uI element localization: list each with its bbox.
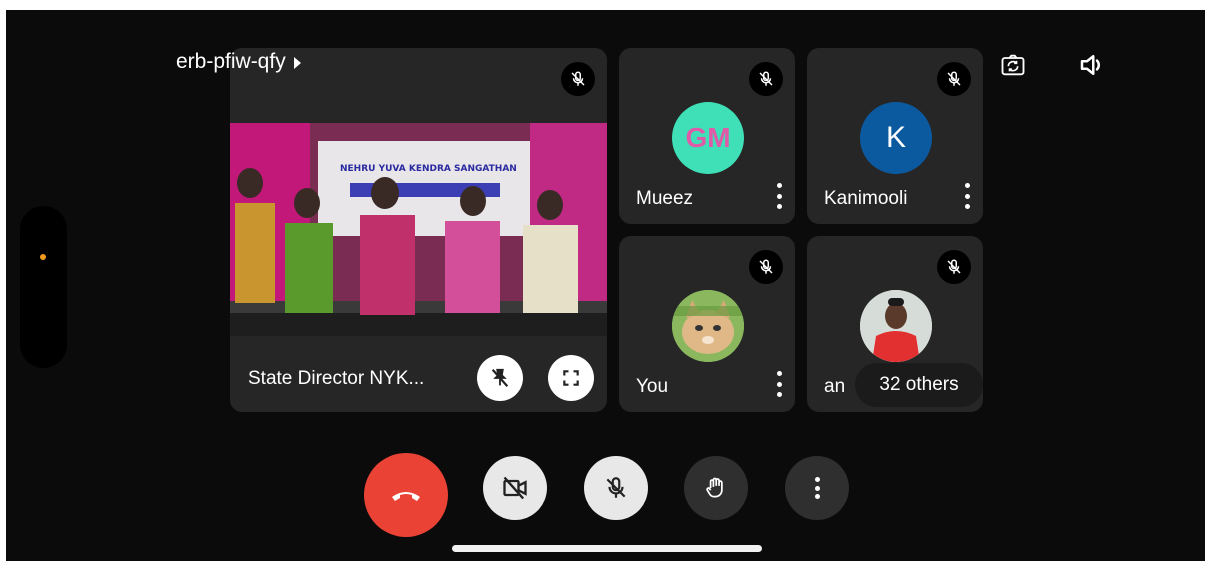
camera-switch-button[interactable] <box>999 51 1027 79</box>
avatar <box>860 290 932 362</box>
participant-name: Kanimooli <box>824 188 908 209</box>
meet-call-screen: erb-pfiw-qfy NEHRU YUVA KENDRA SANGATHAN… <box>6 10 1205 561</box>
muted-mic-icon <box>749 62 783 96</box>
more-options-icon[interactable] <box>962 183 972 209</box>
end-call-icon <box>392 492 420 501</box>
participant-tile-you[interactable]: You <box>619 236 795 412</box>
unpin-icon <box>491 368 509 387</box>
muted-mic-icon <box>937 62 971 96</box>
meeting-code[interactable]: erb-pfiw-qfy <box>176 50 301 74</box>
muted-mic-icon <box>937 250 971 284</box>
muted-mic-icon <box>749 250 783 284</box>
pin-button[interactable] <box>477 355 523 401</box>
camera-toggle-button[interactable] <box>483 456 547 520</box>
participant-tile-mueez[interactable]: GM Mueez <box>619 48 795 224</box>
camera-switch-icon <box>1001 54 1025 76</box>
raise-hand-button[interactable] <box>684 456 748 520</box>
more-options-icon[interactable] <box>774 183 784 209</box>
featured-participant-tile[interactable]: NEHRU YUVA KENDRA SANGATHAN State Direct… <box>230 48 607 412</box>
more-options-icon <box>812 477 822 499</box>
person-avatar-image <box>860 290 932 362</box>
avatar: K <box>860 102 932 174</box>
home-indicator[interactable] <box>452 545 762 552</box>
others-count-chip[interactable]: 32 others <box>855 363 983 407</box>
fullscreen-icon <box>563 370 579 386</box>
featured-participant-name: State Director NYK... <box>248 368 425 389</box>
recording-indicator-dot <box>40 254 46 260</box>
end-call-button[interactable] <box>364 453 448 537</box>
microphone-toggle-button[interactable] <box>584 456 648 520</box>
participant-name: an <box>824 376 846 397</box>
more-options-button[interactable] <box>785 456 849 520</box>
side-panel-handle[interactable] <box>20 206 67 368</box>
participant-tile-kanimooli[interactable]: K Kanimooli <box>807 48 983 224</box>
more-options-icon[interactable] <box>774 371 784 397</box>
speaker-icon <box>1080 55 1100 75</box>
banner-text: NEHRU YUVA KENDRA SANGATHAN <box>340 164 517 174</box>
avatar-initials: GM <box>685 122 731 153</box>
avatar-initials: K <box>885 121 906 154</box>
avatar <box>672 290 744 362</box>
participant-name: Mueez <box>636 188 694 209</box>
caret-right-icon <box>293 57 301 69</box>
meeting-code-text: erb-pfiw-qfy <box>176 50 286 73</box>
camera-off-icon <box>503 476 527 500</box>
avatar: GM <box>672 102 744 174</box>
hand-icon <box>706 477 723 498</box>
cat-avatar-image <box>672 290 744 362</box>
muted-mic-icon <box>561 62 595 96</box>
microphone-off-icon <box>606 477 626 498</box>
fullscreen-button[interactable] <box>548 355 594 401</box>
participant-video: NEHRU YUVA KENDRA SANGATHAN <box>230 123 607 336</box>
participant-name: You <box>636 376 669 397</box>
speaker-button[interactable] <box>1077 50 1107 80</box>
